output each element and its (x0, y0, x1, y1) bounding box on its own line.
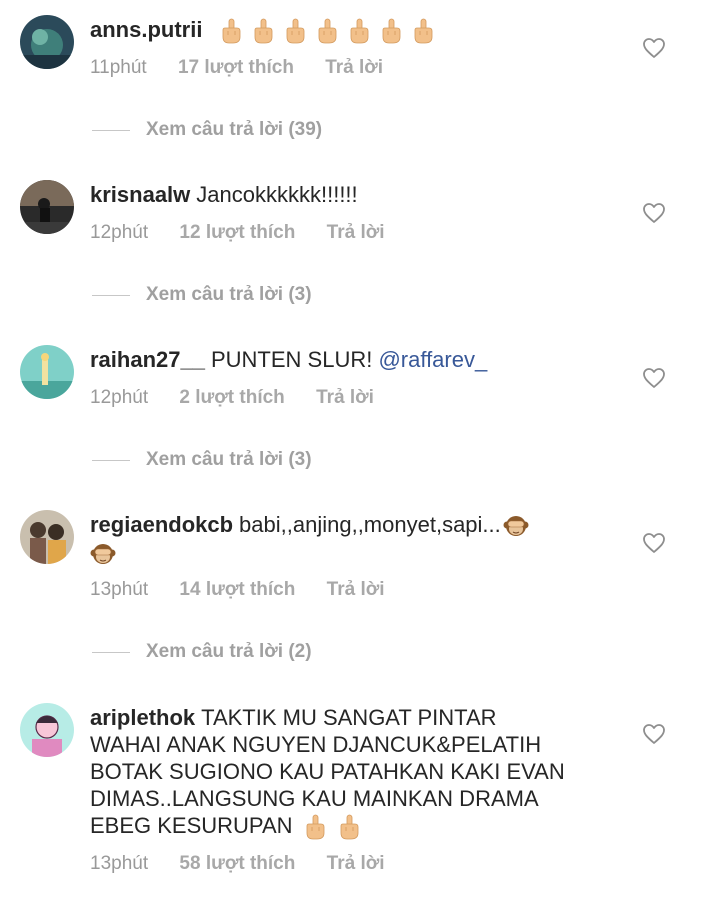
divider-line (92, 129, 130, 131)
heart-icon[interactable] (642, 532, 666, 554)
view-replies-button[interactable]: Xem câu trả lời (39) (92, 119, 322, 141)
heart-icon[interactable] (642, 723, 666, 745)
comment-body-line: TAKTIK MU SANGAT PINTAR (201, 705, 497, 730)
see-no-evil-monkey-emoji (90, 541, 116, 567)
comment-body-line: DIMAS..LANGSUNG KAU MAINKAN DRAMA (90, 786, 539, 811)
comment-time: 11phút (90, 57, 147, 78)
mention-link[interactable]: @raffarev_ (378, 347, 487, 372)
comment-body-line: EBEG KESURUPAN (90, 813, 293, 838)
middle-finger-emoji (283, 18, 307, 44)
comment-time: 12phút (90, 222, 149, 243)
comment-body: PUNTEN SLUR! (210, 347, 373, 372)
likes-count[interactable]: 17 lượt thích (178, 57, 294, 78)
avatar[interactable] (20, 15, 74, 69)
heart-icon[interactable] (642, 367, 666, 389)
view-replies-button[interactable]: Xem câu trả lời (3) (92, 284, 312, 306)
reply-button[interactable]: Trả lời (327, 853, 385, 874)
comment-text: anns.putrii (90, 16, 610, 44)
reply-button[interactable]: Trả lời (325, 57, 383, 78)
divider-line (92, 294, 130, 296)
middle-finger-emoji (219, 18, 243, 44)
middle-finger-emoji (379, 18, 403, 44)
comment-body-line: BOTAK SUGIONO KAU PATAHKAN KAKI EVAN (90, 759, 565, 784)
comment-time: 12phút (90, 387, 149, 408)
comment-body: Jancokkkkkk!!!!!! (196, 182, 358, 207)
middle-finger-emoji (303, 814, 327, 840)
comment-text: krisnaalw Jancokkkkkk!!!!!! (90, 181, 610, 208)
view-replies-button[interactable]: Xem câu trả lời (3) (92, 449, 312, 471)
middle-finger-emoji (315, 18, 339, 44)
username[interactable]: ariplethok (90, 705, 195, 730)
comment-time: 13phút (90, 579, 149, 600)
reply-button[interactable]: Trả lời (327, 579, 385, 600)
likes-count[interactable]: 12 lượt thích (179, 222, 295, 243)
avatar[interactable] (20, 345, 74, 399)
middle-finger-emoji (411, 18, 435, 44)
view-replies-label: Xem câu trả lời (39) (146, 119, 323, 140)
likes-count[interactable]: 2 lượt thích (179, 387, 284, 408)
avatar[interactable] (20, 703, 74, 757)
avatar[interactable] (20, 510, 74, 564)
reply-button[interactable]: Trả lời (316, 387, 374, 408)
reply-button[interactable]: Trả lời (327, 222, 385, 243)
avatar[interactable] (20, 180, 74, 234)
view-replies-label: Xem câu trả lời (2) (146, 641, 312, 662)
comment-meta: 12phút 2 lượt thích Trả lời (90, 387, 400, 409)
heart-icon[interactable] (642, 37, 666, 59)
view-replies-label: Xem câu trả lời (3) (146, 284, 312, 305)
middle-finger-emoji (347, 18, 371, 44)
comment-text: ariplethok TAKTIK MU SANGAT PINTAR WAHAI … (90, 704, 610, 840)
comment-meta: 12phút 12 lượt thích Trả lời (90, 222, 411, 244)
comment-text: raihan27__ PUNTEN SLUR! @raffarev_ (90, 346, 610, 373)
middle-finger-emoji (337, 814, 361, 840)
username[interactable]: regiaendokcb (90, 512, 233, 537)
comment-meta: 11phút 17 lượt thích Trả lời (90, 57, 409, 79)
comment-text: regiaendokcb babi,,anjing,,monyet,sapi... (90, 511, 610, 567)
comment-body-line: WAHAI ANAK NGUYEN DJANCUK&PELATIH (90, 732, 542, 757)
middle-finger-emoji (251, 18, 275, 44)
username[interactable]: anns.putrii (90, 17, 202, 42)
view-replies-button[interactable]: Xem câu trả lời (2) (92, 641, 312, 663)
comment-time: 13phút (90, 853, 149, 874)
see-no-evil-monkey-emoji (503, 513, 529, 539)
comment-meta: 13phút 14 lượt thích Trả lời (90, 579, 411, 601)
likes-count[interactable]: 58 lượt thích (179, 853, 295, 874)
likes-count[interactable]: 14 lượt thích (179, 579, 295, 600)
divider-line (92, 459, 130, 461)
username[interactable]: raihan27__ (90, 347, 205, 372)
view-replies-label: Xem câu trả lời (3) (146, 449, 312, 470)
comment-body: babi,,anjing,,monyet,sapi... (239, 512, 501, 537)
comment-meta: 13phút 58 lượt thích Trả lời (90, 853, 411, 875)
heart-icon[interactable] (642, 202, 666, 224)
divider-line (92, 651, 130, 653)
username[interactable]: krisnaalw (90, 182, 190, 207)
